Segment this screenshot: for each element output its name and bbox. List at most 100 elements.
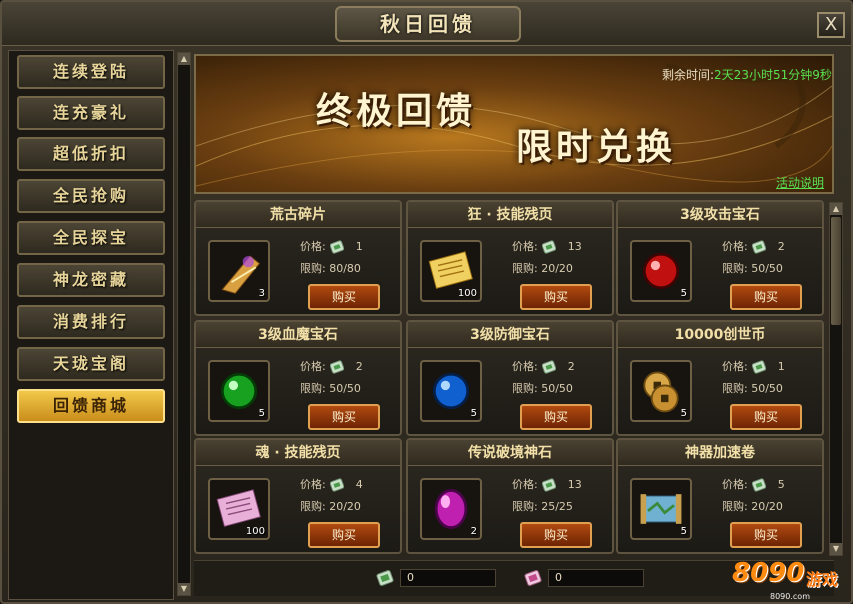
limit-value: 20/20 [541, 262, 573, 275]
limit-label: 限购: [300, 500, 326, 513]
limit-row: 限购: 20/20 [300, 498, 361, 514]
item-name: 10000创世币 [618, 322, 822, 348]
limit-row: 限购: 50/50 [300, 380, 361, 396]
buy-button[interactable]: 购买 [520, 284, 592, 310]
timer-value: 2天23小时51分钟9秒 [714, 68, 832, 82]
fragment-icon [221, 255, 261, 294]
buy-button[interactable]: 购买 [730, 404, 802, 430]
shop-item-card: 荒古碎片 3 价格: 1 限购: 80/80 购买 [194, 200, 402, 316]
limit-row: 限购: 50/50 [722, 380, 783, 396]
sidebar-item-flash-sale[interactable]: 全民抢购 [17, 179, 165, 213]
limit-label: 限购: [512, 262, 538, 275]
ticket-icon [541, 240, 556, 254]
sidebar-item-treasure-pavilion[interactable]: 天珑宝阁 [17, 347, 165, 381]
price-value: 2 [355, 360, 363, 373]
sidebar-item-treasure-hunt[interactable]: 全民探宝 [17, 221, 165, 255]
price-value: 13 [567, 478, 582, 491]
buy-button[interactable]: 购买 [308, 522, 380, 548]
item-slot[interactable]: 100 [420, 240, 482, 302]
green-ticket-icon [376, 570, 394, 586]
ticket-icon [751, 240, 766, 254]
price-label: 价格: [300, 240, 326, 253]
countdown-timer: 剩余时间:2天23小时51分钟9秒 [662, 66, 832, 83]
banner-title-2: 限时兑换 [516, 126, 677, 168]
price-row: 价格: 4 [300, 476, 363, 494]
sidebar-item-recharge-gift[interactable]: 连充豪礼 [17, 96, 165, 130]
item-slot[interactable]: 5 [630, 240, 692, 302]
item-slot[interactable]: 100 [208, 478, 270, 540]
scroll-up-icon[interactable]: ▲ [178, 53, 190, 65]
item-count: 5 [258, 408, 265, 419]
buy-button[interactable]: 购买 [520, 522, 592, 548]
shop-item-card: 3级攻击宝石 5 价格: 2 限购: 50/50 购买 [616, 200, 824, 316]
coin-icon [643, 371, 679, 413]
logo-url: 8090.com [770, 592, 810, 601]
item-slot[interactable]: 5 [630, 360, 692, 422]
limit-label: 限购: [512, 500, 538, 513]
price-row: 价格: 2 [300, 358, 363, 376]
price-row: 价格: 2 [512, 358, 575, 376]
scroll-thumb[interactable] [831, 217, 841, 325]
item-name: 3级防御宝石 [408, 322, 612, 348]
ticket-icon [751, 478, 766, 492]
limit-value: 50/50 [329, 382, 361, 395]
ticket-icon [329, 478, 344, 492]
item-slot[interactable]: 5 [630, 478, 692, 540]
buy-button[interactable]: 购买 [308, 404, 380, 430]
window-title: 秋日回馈 [335, 6, 521, 42]
item-name: 3级血魔宝石 [196, 322, 400, 348]
limit-value: 25/25 [541, 500, 573, 513]
item-count: 5 [470, 408, 477, 419]
logo-number: 8090 [732, 558, 805, 588]
price-value: 13 [567, 240, 582, 253]
price-value: 2 [567, 360, 575, 373]
sidebar: 连续登陆 连充豪礼 超低折扣 全民抢购 全民探宝 神龙密藏 消费排行 天珑宝阁 … [8, 50, 174, 600]
shop-item-card: 狂 · 技能残页 100 价格: 13 限购: 20/20 购买 [406, 200, 614, 316]
site-logo: 8090 游戏 8090.com [730, 554, 851, 602]
item-slot[interactable]: 5 [420, 360, 482, 422]
limit-label: 限购: [300, 382, 326, 395]
price-value: 5 [777, 478, 785, 491]
sidebar-item-dragon-treasure[interactable]: 神龙密藏 [17, 263, 165, 297]
buy-button[interactable]: 购买 [308, 284, 380, 310]
sidebar-scrollbar[interactable]: ▲ ▼ [177, 52, 191, 596]
limit-label: 限购: [722, 382, 748, 395]
banner-title-1: 终极回馈 [316, 90, 477, 132]
logo-cn: 游戏 [806, 570, 839, 589]
title-bar: 秋日回馈 X [2, 2, 851, 46]
price-value: 4 [355, 478, 363, 491]
limit-label: 限购: [300, 262, 326, 275]
ticket-icon [541, 360, 556, 374]
price-label: 价格: [300, 360, 326, 373]
price-row: 价格: 1 [722, 358, 785, 376]
buy-button[interactable]: 购买 [730, 284, 802, 310]
sidebar-item-consecutive-login[interactable]: 连续登陆 [17, 55, 165, 89]
sidebar-item-spending-rank[interactable]: 消费排行 [17, 305, 165, 339]
buy-button[interactable]: 购买 [520, 404, 592, 430]
ticket-icon [541, 478, 556, 492]
shop-grid: 荒古碎片 3 价格: 1 限购: 80/80 购买 狂 · 技能残页 100 价格: 13 限购: … [194, 200, 826, 554]
shop-scrollbar[interactable]: ▲ ▼ [829, 202, 843, 556]
price-label: 价格: [722, 240, 748, 253]
reward-window: 秋日回馈 X 连续登陆 连充豪礼 超低折扣 全民抢购 全民探宝 神龙密藏 消费排… [0, 0, 853, 604]
buy-button[interactable]: 购买 [730, 522, 802, 548]
close-button[interactable]: X [817, 12, 845, 38]
price-row: 价格: 13 [512, 238, 582, 256]
price-label: 价格: [512, 360, 538, 373]
item-name: 3级攻击宝石 [618, 202, 822, 228]
activity-info-link[interactable]: 活动说明 [776, 174, 824, 191]
limit-row: 限购: 50/50 [512, 380, 573, 396]
price-label: 价格: [512, 240, 538, 253]
limit-row: 限购: 25/25 [512, 498, 573, 514]
item-count: 5 [680, 288, 687, 299]
item-count: 100 [457, 288, 477, 299]
scroll-down-icon[interactable]: ▼ [178, 583, 190, 595]
item-slot[interactable]: 5 [208, 360, 270, 422]
sidebar-item-reward-shop[interactable]: 回馈商城 [17, 389, 165, 423]
item-slot[interactable]: 2 [420, 478, 482, 540]
sidebar-item-discount[interactable]: 超低折扣 [17, 137, 165, 171]
item-slot[interactable]: 3 [208, 240, 270, 302]
ticket-icon [329, 240, 344, 254]
pink-ticket-icon [524, 570, 542, 586]
scroll-up-icon[interactable]: ▲ [830, 203, 842, 215]
